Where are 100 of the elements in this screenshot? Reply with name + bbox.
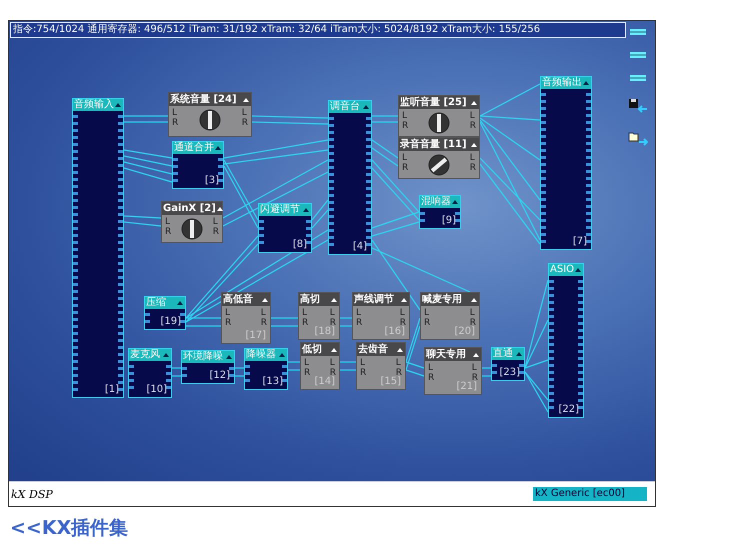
port-label: R [424, 318, 430, 328]
bus-node[interactable]: 直通 [23] [491, 347, 525, 381]
node-number: [19] [160, 316, 181, 328]
node-title: 低切 [302, 344, 322, 356]
port-label: R [472, 373, 478, 383]
node-number: [17] [245, 330, 266, 342]
node-number: [14] [314, 376, 335, 388]
port-label: L [396, 358, 402, 368]
collapse-triangle-icon[interactable] [516, 352, 522, 356]
node-title: 环境降噪 [183, 351, 223, 363]
node-title: 录音音量 [11] [400, 138, 467, 150]
node-number: [1] [104, 384, 119, 396]
port-label: L [470, 153, 476, 163]
collapse-triangle-icon[interactable] [279, 353, 285, 357]
port-label: R [402, 163, 408, 173]
effect-node[interactable]: 聊天专用 L R L R [21] [424, 347, 482, 395]
port-label: R [212, 227, 219, 237]
port-label: R [470, 318, 476, 328]
effect-node[interactable]: 高低音 L R L R [17] [221, 292, 271, 344]
collapse-triangle-icon[interactable] [163, 353, 169, 357]
port-label: R [225, 318, 232, 328]
bus-node[interactable]: 降噪器 [13] [244, 348, 288, 390]
collapse-triangle-icon[interactable] [177, 301, 183, 305]
node-number: [21] [456, 381, 477, 393]
gain-node[interactable]: GainX [2] L R L R [161, 201, 223, 243]
node-title: 闪避调节 [260, 204, 300, 216]
effect-node[interactable]: 声线调节 L R L R [16] [352, 292, 410, 340]
port-label: R [428, 373, 434, 383]
save-icon[interactable] [628, 98, 648, 114]
node-title: 去齿音 [358, 344, 388, 356]
port-label: L [470, 111, 476, 121]
device-label: kX Generic [ec00] [533, 487, 647, 501]
collapse-triangle-icon[interactable] [303, 208, 309, 212]
collapse-triangle-icon[interactable] [452, 200, 458, 204]
port-label: L [402, 153, 408, 163]
port-label: R [470, 163, 476, 173]
bus-node[interactable]: ASIO [22] [548, 263, 584, 418]
node-number: [18] [314, 326, 335, 338]
port-label: L [472, 363, 478, 373]
gain-node[interactable]: 系统音量 [24] L R L R [168, 92, 252, 137]
bus-node[interactable]: 通道合并 [3] [172, 141, 224, 189]
node-title: 直通 [493, 348, 513, 360]
node-title: 混响器 [421, 196, 451, 208]
knob-icon[interactable] [428, 154, 450, 176]
node-number: [20] [454, 326, 475, 338]
node-number: [7] [572, 236, 587, 248]
open-folder-icon[interactable] [628, 131, 648, 147]
port-label: L [428, 363, 434, 373]
collapse-triangle-icon[interactable] [215, 146, 221, 150]
effect-node[interactable]: 去齿音 L R L R [15] [356, 342, 406, 390]
port-label: R [360, 368, 366, 378]
collapse-triangle-icon[interactable] [583, 81, 589, 85]
port-label: L [402, 111, 408, 121]
bus-node[interactable]: 环境降噪 [12] [181, 350, 235, 384]
knob-icon[interactable] [181, 218, 203, 240]
status-bar: 指令:754/1024 通用寄存器: 496/512 iTram: 31/192 xTram: 32/64 iTram大小: 5024/8192 xTram大小: 155/256 [10, 22, 626, 38]
node-number: [4] [352, 241, 367, 253]
node-title: 音频输入 [74, 99, 114, 111]
bus-node[interactable]: 音频输出 [7] [540, 76, 592, 250]
node-number: [15] [380, 376, 401, 388]
port-label: L [400, 308, 406, 318]
collapse-triangle-icon[interactable] [115, 103, 121, 107]
port-label: L [360, 358, 366, 368]
collapse-triangle-icon[interactable] [363, 105, 369, 109]
knob-icon[interactable] [428, 112, 450, 134]
bus-node[interactable]: 调音台 [4] [328, 100, 372, 255]
port-label: L [470, 308, 476, 318]
brand-label: kX DSP [11, 488, 53, 500]
node-title: 通道合并 [174, 142, 214, 154]
collapse-triangle-icon[interactable] [226, 355, 232, 359]
node-title: 监听音量 [25] [400, 96, 467, 108]
knob-icon[interactable] [199, 109, 221, 131]
node-number: [16] [384, 326, 405, 338]
port-label: R [302, 318, 308, 328]
port-label: R [260, 318, 267, 328]
port-label: L [356, 308, 362, 318]
bus-node[interactable]: 混响器 [9] [419, 195, 461, 229]
effect-node[interactable]: 高切 L R L R [18] [298, 292, 340, 340]
effect-node[interactable]: 低切 L R L R [14] [300, 342, 340, 390]
port-label: L [302, 308, 308, 318]
port-label: R [242, 118, 248, 128]
plugin-link[interactable]: <<KX插件集 [10, 515, 128, 541]
bus-node[interactable]: 麦克风 [10] [128, 348, 172, 398]
node-number: [13] [262, 376, 283, 388]
bus-node[interactable]: 闪避调节 [8] [258, 203, 312, 253]
port-label: R [172, 118, 178, 128]
gain-node[interactable]: 监听音量 [25] L R L R [398, 95, 480, 137]
port-label: R [470, 121, 476, 131]
port-label: R [402, 121, 408, 131]
effect-node[interactable]: 喊麦专用 L R L R [20] [420, 292, 480, 340]
gain-node[interactable]: 录音音量 [11] L R L R [398, 137, 480, 179]
bus-node[interactable]: 压缩 [19] [144, 296, 186, 330]
node-number: [8] [292, 239, 307, 251]
port-label: R [400, 318, 406, 328]
port-label: R [165, 227, 172, 237]
collapse-triangle-icon[interactable] [575, 268, 582, 272]
port-label: L [330, 308, 336, 318]
node-title: 高低音 [223, 294, 253, 306]
bus-node[interactable]: 音频输入 [1] [72, 98, 124, 398]
node-title: 音频输出 [542, 77, 582, 89]
